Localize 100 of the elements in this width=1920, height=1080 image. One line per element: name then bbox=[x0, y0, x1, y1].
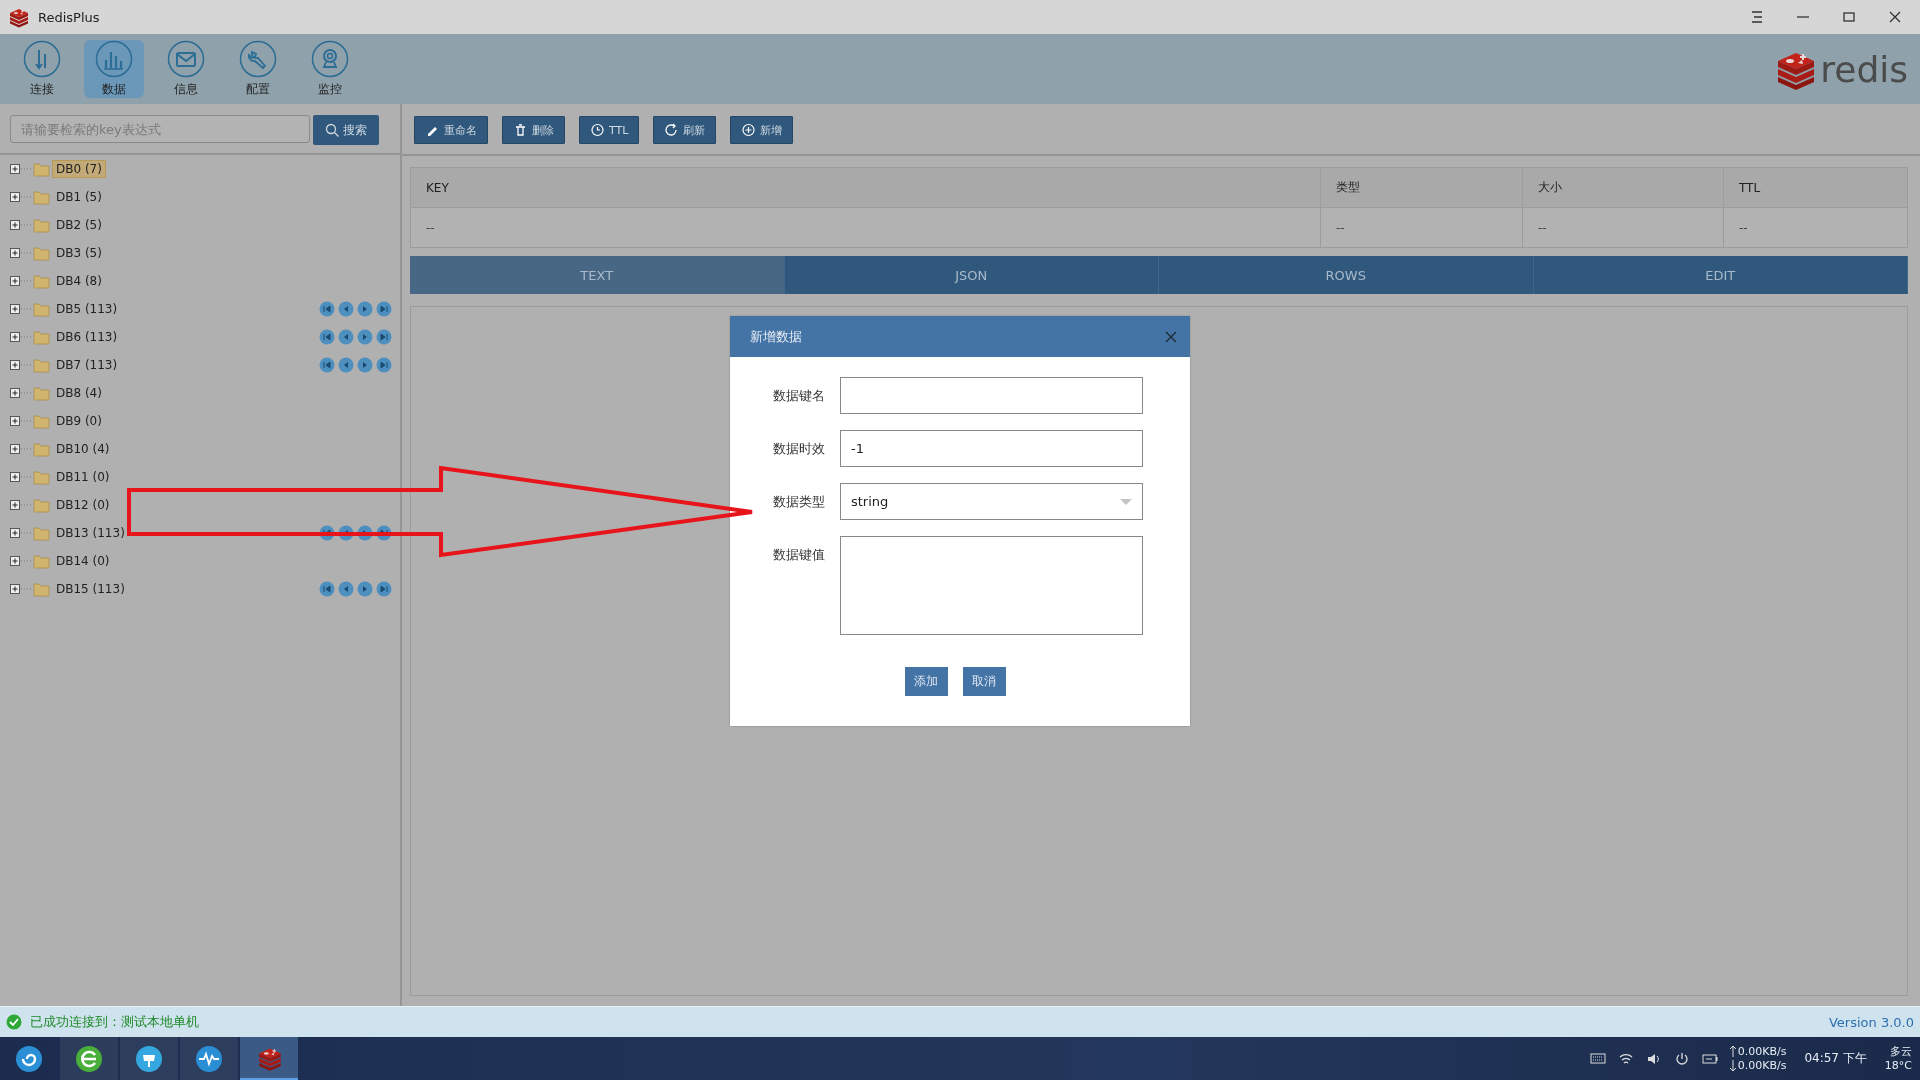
nav-tab[interactable]: 数据 bbox=[84, 40, 144, 98]
column-header: TTL bbox=[1723, 167, 1908, 208]
previous-page-icon[interactable] bbox=[338, 329, 354, 345]
last-page-icon[interactable] bbox=[376, 301, 392, 317]
folder-icon bbox=[33, 189, 50, 205]
dropdown[interactable]: string bbox=[840, 483, 1143, 520]
expand-icon bbox=[10, 556, 20, 566]
expand-icon bbox=[10, 220, 20, 230]
field-label: 数据键值 bbox=[772, 546, 825, 564]
tree-item[interactable]: DB11 (0) bbox=[52, 468, 114, 486]
tree-item[interactable]: DB14 (0) bbox=[52, 552, 114, 570]
first-page-icon[interactable] bbox=[319, 581, 335, 597]
input-field[interactable]: -1 bbox=[840, 430, 1143, 467]
next-page-icon[interactable] bbox=[357, 357, 373, 373]
view-tab[interactable]: EDIT bbox=[1533, 256, 1908, 294]
next-page-icon[interactable] bbox=[357, 329, 373, 345]
cancel-button[interactable]: 取消 bbox=[962, 667, 1006, 696]
temperature-text: 18°C bbox=[1884, 1058, 1912, 1073]
tree-item[interactable]: DB12 (0) bbox=[52, 496, 114, 514]
expand-icon bbox=[10, 276, 20, 286]
expand-icon bbox=[10, 416, 20, 426]
tree-item[interactable]: DB2 (5) bbox=[52, 216, 106, 234]
last-page-icon[interactable] bbox=[376, 525, 392, 541]
add-button[interactable]: 添加 bbox=[904, 667, 948, 696]
check-icon bbox=[6, 1014, 22, 1030]
next-page-icon[interactable] bbox=[357, 581, 373, 597]
view-tab[interactable]: JSON bbox=[784, 256, 1159, 294]
folder-icon bbox=[33, 497, 50, 513]
taskbar-app[interactable] bbox=[180, 1037, 238, 1080]
refresh-button[interactable]: 刷新 bbox=[653, 116, 717, 144]
rename-button[interactable]: 重命名 bbox=[414, 116, 488, 144]
search-icon bbox=[325, 123, 339, 137]
tree-line bbox=[20, 501, 33, 509]
tree-line bbox=[20, 529, 33, 537]
delete-button[interactable]: 删除 bbox=[502, 116, 565, 144]
previous-page-icon[interactable] bbox=[338, 357, 354, 373]
expand-icon bbox=[10, 444, 20, 454]
tree-item[interactable]: DB8 (4) bbox=[52, 384, 106, 402]
view-tab[interactable]: ROWS bbox=[1159, 256, 1534, 294]
status-message: 已成功连接到：测试本地单机 bbox=[30, 1013, 199, 1031]
add-button[interactable]: 新增 bbox=[730, 116, 794, 144]
tree-line bbox=[20, 221, 33, 229]
tree-item[interactable]: DB0 (7) bbox=[52, 160, 106, 178]
tree-item[interactable]: DB6 (113) bbox=[52, 328, 122, 346]
dialog-title: 新增数据 bbox=[750, 327, 802, 346]
tree-item[interactable]: DB10 (4) bbox=[52, 440, 114, 458]
first-page-icon[interactable] bbox=[319, 301, 335, 317]
tree-item[interactable]: DB9 (0) bbox=[52, 412, 106, 430]
search-button[interactable]: 搜索 bbox=[313, 115, 379, 145]
previous-page-icon[interactable] bbox=[338, 581, 354, 597]
tree-line bbox=[20, 277, 33, 285]
taskbar-app[interactable] bbox=[120, 1037, 178, 1080]
tree-item[interactable]: DB4 (8) bbox=[52, 272, 106, 290]
last-page-icon[interactable] bbox=[376, 329, 392, 345]
webcam-icon bbox=[311, 40, 349, 78]
first-page-icon[interactable] bbox=[319, 525, 335, 541]
expand-icon bbox=[10, 248, 20, 258]
tree-item[interactable]: DB5 (113) bbox=[52, 300, 122, 318]
nav-tab[interactable]: 连接 bbox=[12, 40, 72, 98]
tree-item[interactable]: DB3 (5) bbox=[52, 244, 106, 262]
expand-icon bbox=[10, 192, 20, 202]
app-logo-icon bbox=[8, 6, 30, 28]
input-field[interactable] bbox=[840, 377, 1143, 414]
table-cell: -- bbox=[1522, 207, 1724, 248]
tree-item[interactable]: DB7 (113) bbox=[52, 356, 122, 374]
previous-page-icon[interactable] bbox=[338, 301, 354, 317]
tree-line bbox=[20, 445, 33, 453]
nav-tab[interactable]: 信息 bbox=[156, 40, 216, 98]
column-header: 大小 bbox=[1522, 167, 1724, 208]
folder-icon bbox=[33, 301, 50, 317]
field-label: 数据类型 bbox=[772, 493, 825, 511]
folder-icon bbox=[33, 469, 50, 485]
expand-icon bbox=[10, 388, 20, 398]
download-icon bbox=[23, 40, 61, 78]
expand-icon bbox=[10, 500, 20, 510]
taskbar-app[interactable] bbox=[60, 1037, 118, 1080]
tree-item[interactable]: DB13 (113) bbox=[52, 524, 129, 542]
folder-icon bbox=[33, 581, 50, 597]
tree-line bbox=[20, 585, 33, 593]
plus-circle-icon bbox=[741, 122, 757, 138]
expand-icon bbox=[10, 472, 20, 482]
keyboard-icon bbox=[1589, 1050, 1606, 1067]
first-page-icon[interactable] bbox=[319, 357, 335, 373]
trash-icon bbox=[513, 122, 528, 138]
tree-item[interactable]: DB1 (5) bbox=[52, 188, 106, 206]
table-cell: -- bbox=[410, 207, 1321, 248]
first-page-icon[interactable] bbox=[319, 329, 335, 345]
text-area[interactable] bbox=[840, 536, 1143, 635]
table-cell: -- bbox=[1320, 207, 1523, 248]
folder-icon bbox=[33, 161, 50, 177]
nav-tab[interactable]: 配置 bbox=[228, 40, 288, 98]
ttl-button[interactable]: TTL bbox=[579, 116, 640, 144]
tree-line bbox=[20, 333, 33, 341]
last-page-icon[interactable] bbox=[376, 581, 392, 597]
expand-icon bbox=[10, 304, 20, 314]
nav-tab[interactable]: 监控 bbox=[300, 40, 360, 98]
field-label: 数据时效 bbox=[772, 440, 825, 458]
last-page-icon[interactable] bbox=[376, 357, 392, 373]
next-page-icon[interactable] bbox=[357, 301, 373, 317]
tree-item[interactable]: DB15 (113) bbox=[52, 580, 129, 598]
